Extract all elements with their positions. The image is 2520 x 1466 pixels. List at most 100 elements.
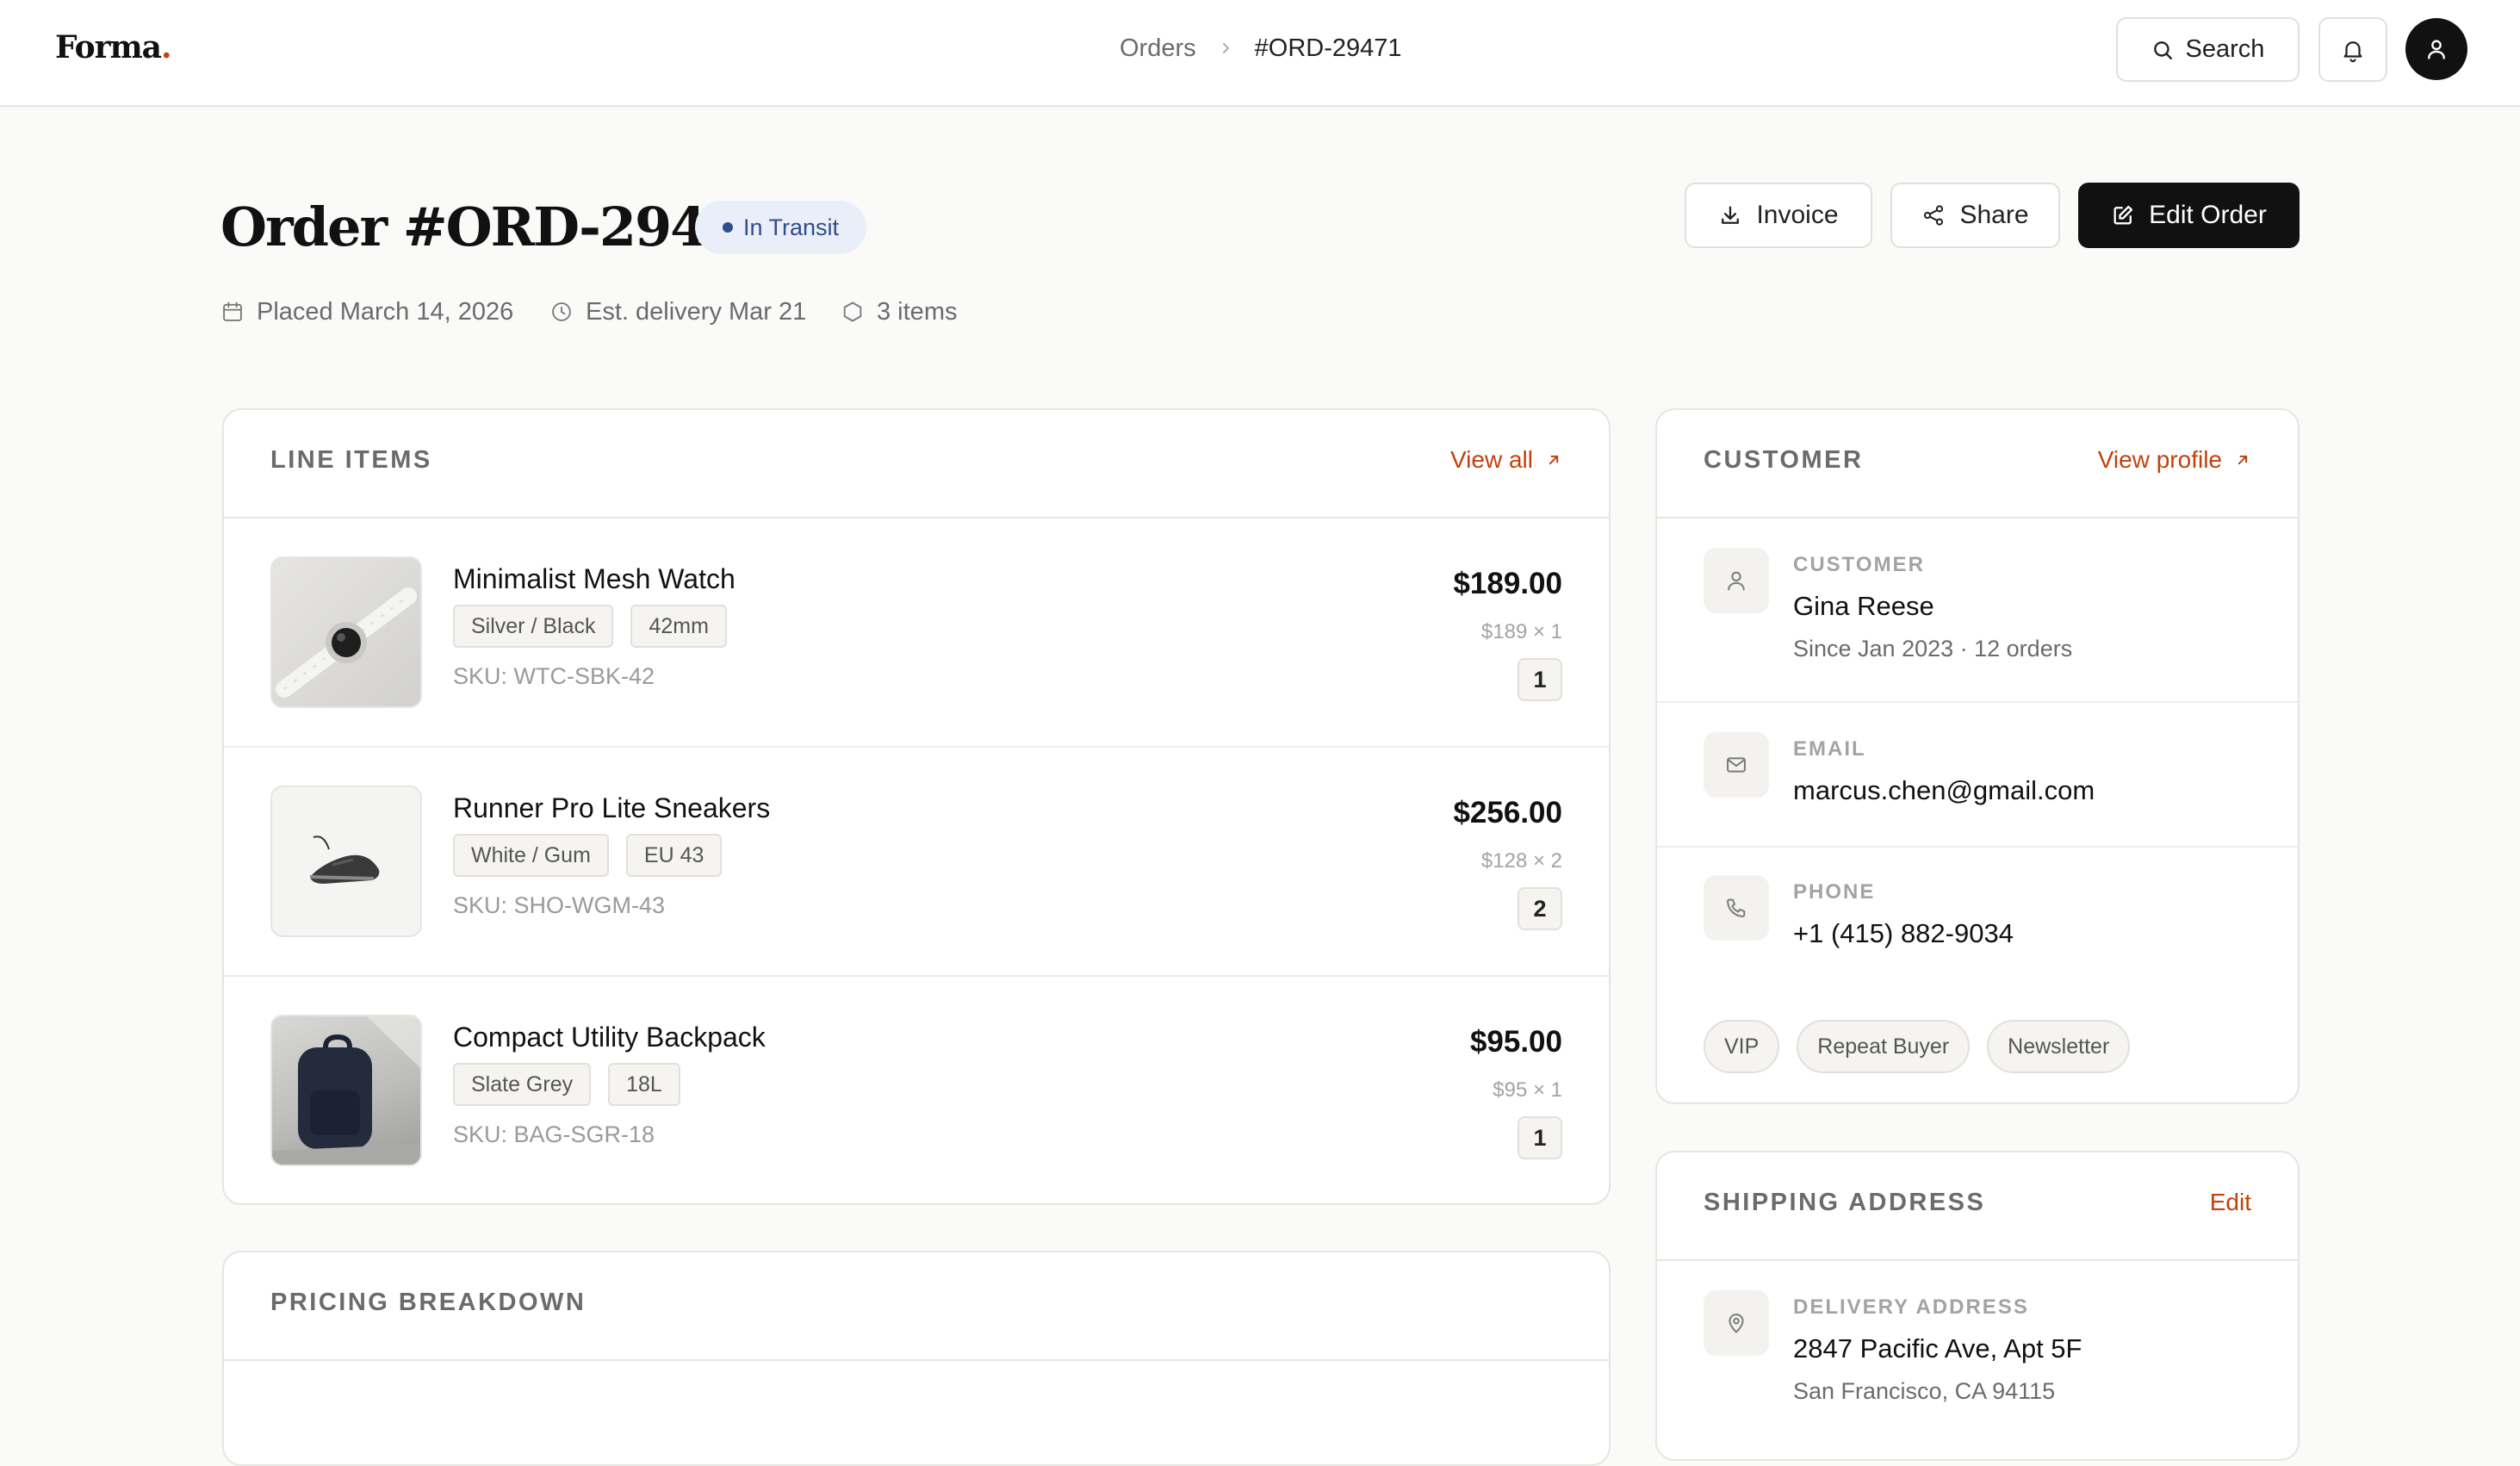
sneaker-image [309, 835, 380, 884]
unit-price: $189 × 1 [1480, 620, 1562, 643]
mail-icon [1727, 757, 1746, 773]
user-icon [1728, 571, 1745, 591]
customer-title: CUSTOMER [1704, 446, 1864, 474]
items-count-text: 3 items [877, 297, 958, 326]
status-label: In Transit [742, 214, 840, 240]
edit-order-label: Edit Order [2149, 201, 2267, 229]
address-row: DELIVERY ADDRESS 2847 Pacific Ave, Apt 5… [1657, 1261, 2298, 1459]
invoice-button[interactable]: Invoice [1685, 183, 1872, 248]
edit-address-label: Edit [2209, 1189, 2251, 1215]
shipping-card: SHIPPING ADDRESS Edit DELIVERY ADDRESS 2… [1655, 1151, 2300, 1461]
delivery-estimate: Est. delivery Mar 21 [549, 295, 806, 329]
product-sku: SKU: SHO-WGM-43 [453, 892, 666, 918]
option-chip: 18L [608, 1063, 680, 1106]
chevron-right-icon [1222, 43, 1229, 53]
product-image-sneakers [270, 786, 422, 937]
customer-card: CUSTOMER View profile CUSTOMER Gina Rees… [1655, 408, 2300, 1104]
view-profile-link[interactable]: View profile [2098, 446, 2251, 474]
user-avatar-button[interactable] [2405, 18, 2467, 80]
product-options: Slate Grey 18L [453, 1063, 680, 1106]
status-badge: In Transit [695, 201, 866, 254]
clock-icon [552, 302, 571, 321]
bell-icon [2343, 40, 2362, 62]
line-total: $256.00 [1453, 796, 1562, 829]
customer-phone[interactable]: +1 (415) 882-9034 [1793, 918, 2014, 949]
option-chip: EU 43 [625, 834, 723, 877]
option-chip: Slate Grey [453, 1063, 592, 1106]
breadcrumb-current: #ORD-29471 [1254, 34, 1402, 62]
line-item-row[interactable]: Compact Utility Backpack Slate Grey 18L … [224, 977, 1609, 1203]
search-label: Search [2185, 35, 2265, 63]
product-name[interactable]: Compact Utility Backpack [453, 1022, 766, 1053]
box-icon [843, 301, 862, 322]
email-row: EMAIL marcus.chen@gmail.com [1657, 703, 2298, 848]
status-dot-icon [722, 222, 733, 233]
line-total: $95.00 [1469, 1025, 1562, 1059]
brand-dot: . [161, 29, 172, 65]
product-options: Silver / Black 42mm [453, 605, 727, 648]
option-chip: 42mm [630, 605, 727, 648]
customer-label: CUSTOMER [1793, 553, 1925, 576]
tag-newsletter[interactable]: Newsletter [1987, 1020, 2131, 1073]
brand-name: Forma [55, 29, 162, 65]
delivery-address-label: DELIVERY ADDRESS [1793, 1295, 2029, 1319]
phone-label: PHONE [1793, 880, 1876, 904]
customer-name[interactable]: Gina Reese [1793, 591, 1934, 622]
items-count: 3 items [841, 295, 957, 329]
email-label: EMAIL [1793, 737, 1866, 761]
share-button[interactable]: Share [1890, 183, 2060, 248]
edit-address-link[interactable]: Edit [2210, 1189, 2251, 1216]
user-icon-box [1704, 548, 1769, 613]
placed-date: Placed March 14, 2026 [220, 295, 513, 329]
top-nav: Forma. Orders #ORD-29471 Search [0, 0, 2520, 107]
line-items-header: LINE ITEMS View all [224, 410, 1609, 519]
notifications-button[interactable] [2318, 17, 2387, 82]
share-icon [1924, 205, 1944, 226]
delivery-text: Est. delivery Mar 21 [586, 297, 807, 326]
customer-tags: VIP Repeat Buyer Newsletter [1704, 1020, 2131, 1073]
customer-name-row: CUSTOMER Gina Reese Since Jan 2023 · 12 … [1657, 519, 2298, 703]
map-pin-icon [1729, 1314, 1744, 1333]
breadcrumb: Orders #ORD-29471 [1120, 31, 1402, 65]
breadcrumb-orders[interactable]: Orders [1120, 34, 1196, 63]
invoice-label: Invoice [1756, 201, 1839, 229]
edit-order-button[interactable]: Edit Order [2078, 183, 2300, 248]
edit-icon [2113, 205, 2133, 225]
address-line-1: 2847 Pacific Ave, Apt 5F [1793, 1333, 2082, 1364]
view-all-link[interactable]: View all [1450, 446, 1562, 474]
quantity-badge: 2 [1518, 887, 1562, 930]
backpack-image [272, 1016, 420, 1165]
line-item-row[interactable]: Runner Pro Lite Sneakers White / Gum EU … [224, 748, 1609, 977]
tag-repeat-buyer[interactable]: Repeat Buyer [1797, 1020, 1971, 1073]
product-name[interactable]: Runner Pro Lite Sneakers [453, 792, 770, 824]
pricing-header: PRICING BREAKDOWN [224, 1252, 1609, 1361]
watch-image [276, 587, 417, 698]
product-sku: SKU: WTC-SBK-42 [453, 663, 655, 689]
product-name[interactable]: Minimalist Mesh Watch [453, 563, 736, 595]
brand-logo[interactable]: Forma. [55, 29, 172, 65]
customer-header: CUSTOMER View profile [1657, 410, 2298, 519]
tag-vip[interactable]: VIP [1704, 1020, 1780, 1073]
pricing-title: PRICING BREAKDOWN [270, 1289, 587, 1316]
quantity-badge: 1 [1518, 1116, 1562, 1159]
line-total: $189.00 [1453, 567, 1562, 600]
product-image-watch [270, 556, 422, 708]
shipping-title: SHIPPING ADDRESS [1704, 1189, 1986, 1216]
product-image-backpack [270, 1015, 422, 1166]
quantity-badge: 1 [1518, 658, 1562, 701]
phone-icon-box [1704, 875, 1769, 941]
calendar-icon [223, 301, 242, 321]
shipping-header: SHIPPING ADDRESS Edit [1657, 1152, 2298, 1261]
line-items-card: LINE ITEMS View all Minimalist Mesh Watc… [222, 408, 1611, 1205]
line-items-title: LINE ITEMS [270, 446, 432, 474]
customer-since: Since Jan 2023 · 12 orders [1793, 636, 2073, 662]
option-chip: White / Gum [453, 834, 609, 877]
search-button[interactable]: Search [2116, 17, 2300, 82]
share-label: Share [1959, 201, 2029, 229]
arrow-up-right-icon [2238, 455, 2248, 465]
product-sku: SKU: BAG-SGR-18 [453, 1121, 655, 1147]
line-item-row[interactable]: Minimalist Mesh Watch Silver / Black 42m… [224, 519, 1609, 748]
customer-email[interactable]: marcus.chen@gmail.com [1793, 775, 2095, 806]
option-chip: Silver / Black [453, 605, 614, 648]
view-all-label: View all [1450, 446, 1533, 473]
